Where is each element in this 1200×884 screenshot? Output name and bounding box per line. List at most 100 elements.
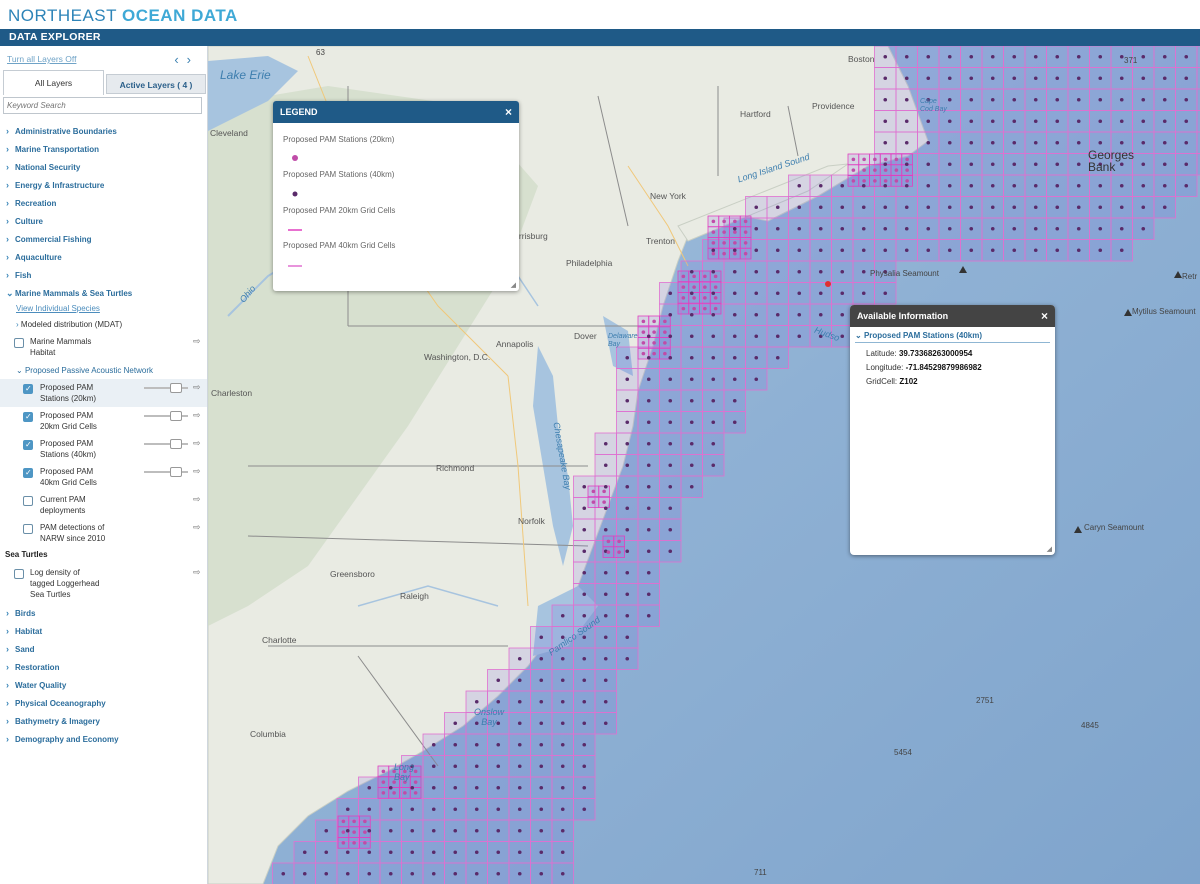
pam-station[interactable] xyxy=(711,219,716,224)
pam-station[interactable] xyxy=(1184,183,1189,188)
pam-station[interactable] xyxy=(883,179,888,183)
pam-station[interactable] xyxy=(603,699,608,704)
pam-station[interactable] xyxy=(947,76,952,81)
category-culture[interactable]: › Culture xyxy=(6,216,43,226)
pam-station[interactable] xyxy=(722,219,726,224)
brand-logo[interactable]: NORTHEAST OCEAN DATA xyxy=(8,6,238,26)
pam-station[interactable] xyxy=(711,420,716,425)
pam-station[interactable] xyxy=(733,230,737,234)
pam-station[interactable] xyxy=(646,398,651,403)
pam-station[interactable] xyxy=(352,830,356,834)
pam-station[interactable] xyxy=(1012,183,1017,188)
pam-station[interactable] xyxy=(474,742,479,747)
pam-station[interactable] xyxy=(663,319,667,324)
pam-station[interactable] xyxy=(926,119,931,124)
pam-station[interactable] xyxy=(703,296,707,300)
pam-station[interactable] xyxy=(1184,97,1189,102)
pam-station[interactable] xyxy=(496,742,501,747)
pam-station[interactable] xyxy=(883,183,888,188)
pam-station[interactable] xyxy=(517,850,522,855)
pam-station[interactable] xyxy=(453,828,458,833)
pam-station[interactable] xyxy=(1162,54,1167,59)
pam-station[interactable] xyxy=(904,140,909,145)
pam-station[interactable] xyxy=(1141,140,1146,145)
pam-station[interactable] xyxy=(539,742,544,747)
pam-station[interactable] xyxy=(711,377,716,382)
pam-station[interactable] xyxy=(352,819,356,824)
pam-station[interactable] xyxy=(560,742,565,747)
category-birds[interactable]: › Birds xyxy=(6,608,35,618)
pam-station[interactable] xyxy=(591,489,596,494)
pam-station[interactable] xyxy=(1012,248,1017,253)
pam-station[interactable] xyxy=(883,119,888,124)
pam-station[interactable] xyxy=(606,539,611,544)
pam-station[interactable] xyxy=(1055,162,1060,167)
pam-station[interactable] xyxy=(1055,76,1060,81)
pam-station[interactable] xyxy=(775,226,780,231)
pam-station[interactable] xyxy=(711,241,716,245)
pam-station[interactable] xyxy=(496,871,501,876)
pam-station[interactable] xyxy=(603,506,608,511)
pam-station[interactable] xyxy=(431,742,436,747)
pam-station[interactable] xyxy=(663,330,667,334)
pam-station[interactable] xyxy=(539,656,544,661)
pam-station[interactable] xyxy=(603,635,608,640)
pam-station[interactable] xyxy=(646,592,651,597)
pam-station[interactable] xyxy=(646,527,651,532)
pam-station[interactable] xyxy=(1033,54,1038,59)
info-layer-heading[interactable]: ⌄ Proposed PAM Stations (40km) xyxy=(855,331,1050,343)
pam-station[interactable] xyxy=(1162,162,1167,167)
pam-station[interactable] xyxy=(625,484,630,489)
pam-station[interactable] xyxy=(1141,162,1146,167)
pam-station[interactable] xyxy=(625,420,630,425)
pam-station[interactable] xyxy=(894,157,899,162)
pam-station[interactable] xyxy=(861,183,866,188)
pam-station[interactable] xyxy=(926,54,931,59)
pam-station[interactable] xyxy=(873,179,877,183)
turn-all-layers-off-link[interactable]: Turn all Layers Off xyxy=(7,54,76,64)
layer-checkbox-pam-stations-20km[interactable] xyxy=(23,384,33,394)
pam-station[interactable] xyxy=(1033,162,1038,167)
layer-checkbox-pam-20km-grid[interactable] xyxy=(23,412,33,422)
pam-station[interactable] xyxy=(851,179,856,183)
pam-station[interactable] xyxy=(410,785,415,790)
category-recreation[interactable]: › Recreation xyxy=(6,198,56,208)
pam-station[interactable] xyxy=(1033,183,1038,188)
pam-station[interactable] xyxy=(873,157,877,162)
pam-station[interactable] xyxy=(990,205,995,210)
pam-station[interactable] xyxy=(689,463,694,468)
pam-station[interactable] xyxy=(560,871,565,876)
modeled-distribution-group[interactable]: › Modeled distribution (MDAT) xyxy=(16,320,122,329)
export-icon[interactable]: ⇨ xyxy=(193,438,201,449)
pam-station[interactable] xyxy=(947,183,952,188)
pam-station[interactable] xyxy=(711,291,716,296)
pam-station[interactable] xyxy=(969,162,974,167)
pam-station[interactable] xyxy=(539,871,544,876)
pam-station[interactable] xyxy=(603,678,608,683)
pam-station[interactable] xyxy=(732,312,737,317)
pam-station[interactable] xyxy=(883,157,888,162)
pam-station[interactable] xyxy=(840,248,845,253)
pam-station[interactable] xyxy=(732,226,737,231)
pam-station[interactable] xyxy=(410,871,415,876)
pam-station[interactable] xyxy=(754,269,759,274)
proposed-passive-acoustic-network-group[interactable]: ⌄ Proposed Passive Acoustic Network xyxy=(16,366,153,375)
pam-station[interactable] xyxy=(1141,119,1146,124)
layer-checkbox-pam-detections[interactable] xyxy=(23,524,33,534)
category-administrative-boundaries[interactable]: › Administrative Boundaries xyxy=(6,126,117,136)
pam-station[interactable] xyxy=(1076,97,1081,102)
pam-station[interactable] xyxy=(947,119,952,124)
layer-checkbox-current-pam[interactable] xyxy=(23,496,33,506)
pam-station[interactable] xyxy=(703,274,707,279)
pam-station[interactable] xyxy=(496,807,501,812)
pam-station[interactable] xyxy=(324,871,329,876)
pam-station[interactable] xyxy=(732,377,737,382)
pam-station[interactable] xyxy=(582,549,587,554)
pam-station[interactable] xyxy=(603,527,608,532)
pam-station[interactable] xyxy=(818,291,823,296)
pam-station[interactable] xyxy=(453,721,458,726)
pam-station[interactable] xyxy=(625,377,630,382)
pam-station[interactable] xyxy=(861,248,866,253)
pam-station[interactable] xyxy=(367,850,372,855)
pam-station[interactable] xyxy=(1033,226,1038,231)
